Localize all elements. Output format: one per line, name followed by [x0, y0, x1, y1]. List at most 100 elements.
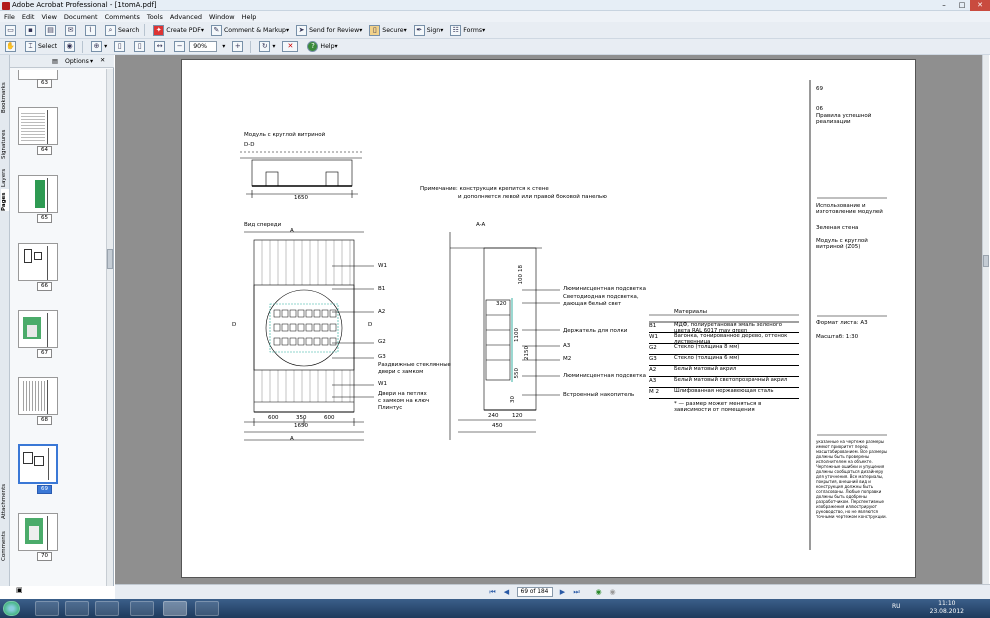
send-review-button[interactable]: ➤ Send for Review ▾: [294, 24, 364, 37]
thumbnail-options-icon[interactable]: ▣: [16, 586, 26, 597]
menu-tools[interactable]: Tools: [147, 13, 163, 21]
materials-title: Материалы: [674, 309, 707, 315]
menu-help[interactable]: Help: [242, 13, 257, 21]
tab-bookmarks[interactable]: Bookmarks: [1, 69, 9, 113]
maximize-button[interactable]: □: [954, 0, 970, 11]
secure-button[interactable]: ▯ Secure ▾: [367, 24, 408, 37]
minimize-button[interactable]: –: [936, 0, 952, 11]
help-label: Help: [320, 43, 335, 50]
search-icon: ⌕: [105, 24, 116, 36]
save-button[interactable]: ▪: [23, 24, 40, 37]
tab-comments[interactable]: Comments: [1, 525, 9, 561]
fit-page-button[interactable]: ▯: [132, 40, 149, 53]
select-tool[interactable]: ⌶ Select: [23, 40, 59, 53]
zoom-out-icon: −: [174, 41, 186, 52]
language-indicator[interactable]: RU: [892, 603, 901, 610]
callout-label: Раздвижные стеклянные: [378, 362, 451, 368]
help-button[interactable]: ? Help ▾: [305, 40, 339, 53]
page-thumbnail[interactable]: [18, 377, 58, 415]
comment-markup-button[interactable]: ✎ Comment & Markup ▾: [209, 24, 291, 37]
snapshot-tool[interactable]: ◉: [62, 40, 79, 53]
explorer-icon[interactable]: [35, 601, 59, 616]
forms-icon: ☷: [450, 24, 462, 36]
forms-button[interactable]: ☷ Forms ▾: [448, 24, 487, 37]
page-thumb-label: 70: [37, 552, 52, 561]
menu-file[interactable]: File: [4, 13, 15, 21]
page-thumbnail[interactable]: [18, 243, 58, 281]
next-page-button[interactable]: ▶: [558, 587, 568, 597]
close-panel-button[interactable]: ✕: [100, 57, 105, 64]
rotate-button[interactable]: ↻ ▾: [257, 40, 277, 53]
page-number-input[interactable]: 69 of 184: [516, 587, 553, 597]
scroll-thumb[interactable]: [983, 255, 989, 267]
paperclip-icon: ⌇: [85, 24, 96, 36]
acrobat-taskbar-icon[interactable]: [163, 601, 187, 616]
callout-label: Держатель для полки: [563, 328, 628, 334]
zoom-in-button[interactable]: +: [230, 40, 247, 53]
system-clock[interactable]: 11:10 23.08.2012: [930, 600, 964, 616]
tab-attachments[interactable]: Attachments: [1, 475, 9, 519]
first-page-button[interactable]: ⏮: [488, 587, 498, 597]
media-player-icon[interactable]: [65, 601, 89, 616]
scroll-thumb[interactable]: [107, 249, 113, 269]
page-thumbnail[interactable]: [18, 175, 58, 213]
menu-window[interactable]: Window: [209, 13, 235, 21]
forward-view-button[interactable]: ◉: [608, 587, 618, 597]
options-menu[interactable]: Options: [65, 58, 89, 65]
menu-document[interactable]: Document: [64, 13, 98, 21]
prev-page-button[interactable]: ◀: [502, 587, 512, 597]
material-code: G3: [649, 356, 657, 362]
organizer-button[interactable]: ⌇: [83, 24, 100, 37]
app-icon[interactable]: [130, 601, 154, 616]
print-button[interactable]: ▤: [43, 24, 60, 37]
zoom-dropdown[interactable]: ▾: [220, 40, 227, 53]
callout-label: с замком на ключ: [378, 398, 430, 404]
fit-width-button[interactable]: ↔: [152, 40, 169, 53]
page-thumbnail[interactable]: [18, 513, 58, 551]
taskbar: RU 11:10 23.08.2012: [0, 599, 990, 618]
page-thumbnail[interactable]: [18, 107, 58, 145]
zoom-tool[interactable]: ⊕ ▾: [89, 40, 109, 53]
tab-signatures[interactable]: Signatures: [1, 115, 9, 159]
chrome-icon[interactable]: [95, 601, 119, 616]
plugin-button[interactable]: ✕: [280, 40, 302, 53]
create-pdf-button[interactable]: ✦ Create PDF ▾: [151, 24, 206, 37]
menu-edit[interactable]: Edit: [22, 13, 35, 21]
page-navigation-bar: ⏮ ◀ 69 of 184 ▶ ⏭ ◉ ◉: [115, 584, 990, 599]
menu-advanced[interactable]: Advanced: [170, 13, 202, 21]
hand-tool[interactable]: ✋: [3, 40, 20, 53]
section-title: Правила успешной реализации: [816, 113, 872, 125]
tab-pages[interactable]: Pages: [1, 189, 9, 211]
menu-comments[interactable]: Comments: [105, 13, 140, 21]
close-button[interactable]: ✕: [970, 0, 990, 11]
page-number: 69: [816, 86, 823, 92]
menu-view[interactable]: View: [41, 13, 56, 21]
window-title: Adobe Acrobat Professional - [1tomA.pdf]: [12, 1, 157, 9]
back-view-button[interactable]: ◉: [594, 587, 604, 597]
dimension-label: 100: [518, 274, 524, 285]
actual-size-button[interactable]: ▯: [112, 40, 129, 53]
page-thumb-label: 65: [37, 214, 52, 223]
tab-layers[interactable]: Layers: [1, 161, 9, 187]
sign-button[interactable]: ✒ Sign ▾: [412, 24, 446, 37]
start-button[interactable]: [3, 601, 20, 616]
material-desc: Стекло (толщина 8 мм): [674, 344, 740, 350]
page-thumb-label: 66: [37, 282, 52, 291]
app-icon[interactable]: [195, 601, 219, 616]
document-scrollbar[interactable]: [982, 55, 989, 584]
forms-label: Forms: [463, 26, 483, 34]
page-thumbnail[interactable]: [18, 310, 58, 348]
zoom-level-input[interactable]: 90%: [189, 41, 218, 52]
page-thumb-label: 63: [37, 79, 52, 88]
last-page-button[interactable]: ⏭: [572, 587, 582, 597]
open-button[interactable]: ▭: [3, 24, 20, 37]
dimension-label: 2150: [524, 346, 530, 360]
thumbnails-scrollbar[interactable]: [106, 69, 113, 586]
search-button[interactable]: ⌕ Search: [103, 24, 141, 37]
divider: [250, 40, 252, 53]
page-thumbnail-selected[interactable]: [18, 444, 58, 484]
zoom-out-button[interactable]: −: [172, 40, 189, 53]
email-button[interactable]: ✉: [63, 24, 80, 37]
materials-row: M 2 Шлифованная нержавеющая сталь: [649, 388, 799, 399]
create-pdf-icon: ✦: [153, 24, 165, 36]
